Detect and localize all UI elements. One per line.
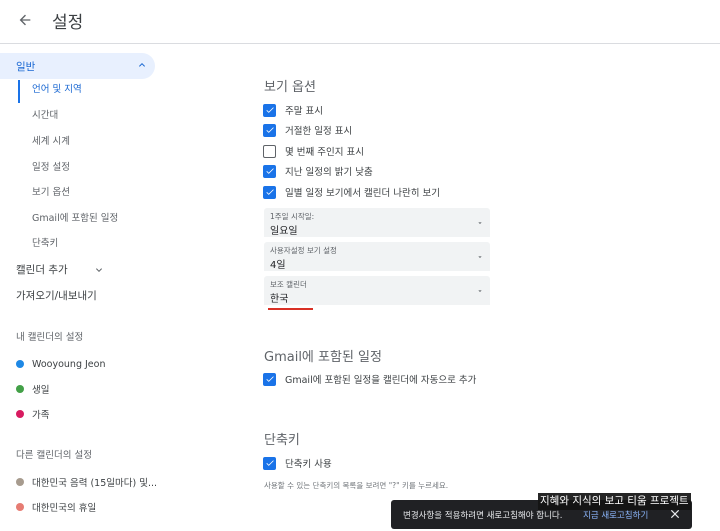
check-icon [265, 168, 274, 174]
section-title-shortcuts: 단축키 [264, 433, 300, 448]
calendar-name: 생일 [32, 385, 50, 396]
checkbox-label: 일별 일정 보기에서 캘린더 나란히 보기 [285, 188, 440, 199]
sidebar-calendar-item[interactable]: Wooyoung Jeon [16, 356, 105, 372]
checkbox[interactable] [263, 456, 276, 470]
select-value: 한국 [270, 294, 289, 305]
checkbox-label: 거절한 일정 표시 [285, 126, 353, 137]
select-value: 4일 [270, 260, 286, 271]
app-header: 설정 [0, 0, 720, 44]
sidebar-calendar-item[interactable]: 대한민국 음력 (15일마다) 및... [16, 474, 157, 490]
sidebar-calendar-item[interactable]: 생일 [16, 381, 49, 397]
chevron-down-icon [95, 268, 102, 272]
watermark-caption: 지혜와 지식의 보고 티움 프로젝트 [538, 493, 691, 510]
sidebar-calendar-item[interactable]: 가족 [16, 406, 49, 422]
sidebar-item-view-options[interactable]: 보기 옵션 [32, 185, 70, 201]
shortcuts-hint: 사용할 수 있는 단축키의 목록을 보려면 "?" 키를 누르세요. [264, 481, 449, 490]
calendar-color-dot [16, 503, 24, 511]
calendar-color-dot [16, 385, 24, 393]
settings-main: 보기 옵션 주말 표시 거절한 일정 표시 몇 번째 주인지 표시 지난 일정의… [156, 44, 720, 531]
calendar-name: Wooyoung Jeon [32, 358, 106, 370]
calendar-color-dot [16, 478, 24, 486]
dropdown-arrow-icon [478, 290, 482, 292]
checkbox-row: 일별 일정 보기에서 캘린더 나란히 보기 [263, 184, 440, 200]
checkbox-label: 주말 표시 [285, 106, 323, 117]
calendar-color-dot [16, 410, 24, 418]
sidebar-item-world-clock[interactable]: 세계 시계 [32, 134, 70, 150]
checkbox[interactable] [263, 185, 276, 199]
secondary-calendar-select[interactable]: 보조 캘린더 한국 [264, 276, 490, 305]
my-calendars-header: 내 캘린더의 설정 [16, 332, 84, 343]
arrow-left-icon [19, 14, 31, 26]
sidebar-item-general[interactable]: 일반 [0, 53, 155, 79]
select-label: 사용자설정 보기 설정 [270, 246, 337, 255]
section-title-gmail-events: Gmail에 포함된 일정 [264, 350, 382, 365]
sidebar-item-shortcuts[interactable]: 단축키 [32, 236, 58, 252]
checkbox-row: Gmail에 포함된 일정을 캘린더에 자동으로 추가 [263, 371, 476, 387]
other-calendars-header: 다른 캘린더의 설정 [16, 450, 92, 461]
refresh-now-button[interactable]: 지금 새로고침하기 [583, 509, 648, 521]
calendar-color-dot [16, 360, 24, 368]
checkbox[interactable] [263, 164, 276, 178]
checkbox-row: 단축키 사용 [263, 455, 332, 471]
sidebar-item-timezone[interactable]: 시간대 [32, 108, 58, 124]
checkbox[interactable] [263, 103, 276, 117]
section-title-view-options: 보기 옵션 [264, 80, 316, 95]
calendar-name: 가족 [32, 410, 50, 421]
checkbox-label: 지난 일정의 밝기 낮춤 [285, 167, 373, 178]
calendar-name: 대한민국의 휴일 [32, 503, 97, 514]
active-indicator [18, 80, 20, 103]
calendar-name: 대한민국 음력 (15일마다) 및... [32, 478, 158, 489]
checkbox-row: 몇 번째 주인지 표시 [263, 143, 364, 159]
custom-view-select[interactable]: 사용자설정 보기 설정 4일 [264, 242, 490, 271]
checkbox-row: 주말 표시 [263, 102, 323, 118]
dropdown-arrow-icon [478, 222, 482, 224]
settings-sidebar: 일반 언어 및 지역 시간대 세계 시계 일정 설정 보기 옵션 Gmail에 … [0, 44, 157, 531]
checkbox[interactable] [263, 123, 276, 137]
sidebar-item-add-calendar[interactable]: 캘린더 추가 [16, 261, 105, 279]
toast-message: 변경사항을 적용하려면 새로고침해야 합니다. [403, 511, 563, 521]
week-start-select[interactable]: 1주일 시작일: 일요일 [264, 208, 490, 237]
checkbox[interactable] [263, 372, 276, 386]
chevron-up-icon [139, 63, 145, 67]
check-icon [265, 107, 274, 113]
sidebar-item-language-region[interactable]: 언어 및 지역 [32, 82, 82, 98]
select-label: 1주일 시작일: [270, 212, 315, 221]
checkbox-label: 몇 번째 주인지 표시 [285, 147, 364, 158]
highlight-underline [268, 308, 313, 310]
checkbox-row: 지난 일정의 밝기 낮춤 [263, 163, 373, 179]
page-title: 설정 [52, 13, 84, 33]
sidebar-item-label: 일반 [16, 60, 36, 73]
sidebar-item-import-export[interactable]: 가져오기/내보내기 [16, 287, 97, 305]
back-button[interactable] [14, 9, 36, 31]
select-label: 보조 캘린더 [270, 280, 307, 289]
check-icon [265, 189, 274, 195]
sidebar-item-gmail-events[interactable]: Gmail에 포함된 일정 [32, 211, 118, 227]
checkbox-row: 거절한 일정 표시 [263, 122, 352, 138]
check-icon [265, 376, 274, 382]
dropdown-arrow-icon [478, 256, 482, 258]
check-icon [265, 460, 274, 466]
check-icon [265, 127, 274, 133]
checkbox-label: Gmail에 포함된 일정을 캘린더에 자동으로 추가 [285, 375, 477, 386]
sidebar-calendar-item[interactable]: 대한민국의 휴일 [16, 499, 96, 515]
checkbox-label: 단축키 사용 [285, 459, 332, 470]
sidebar-item-event-settings[interactable]: 일정 설정 [32, 160, 70, 176]
select-value: 일요일 [270, 226, 298, 237]
sidebar-item-label: 캘린더 추가 [16, 264, 68, 276]
checkbox[interactable] [263, 144, 276, 158]
